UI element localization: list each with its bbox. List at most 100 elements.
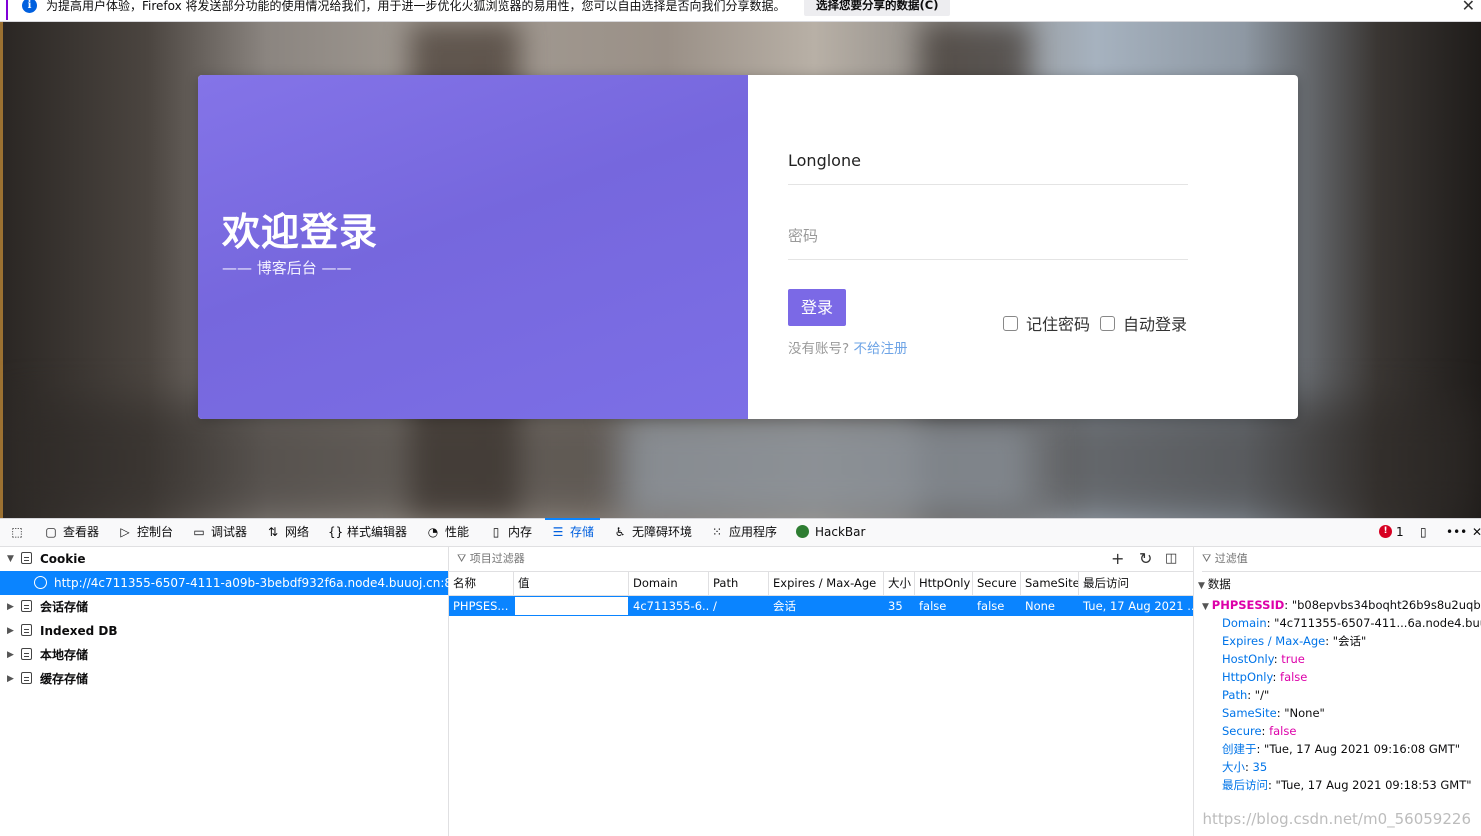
toggle-sidebar-icon[interactable]: ◫ (1165, 547, 1177, 571)
storage-icon (21, 552, 32, 564)
tree-item-indexeddb[interactable]: ▶ Indexed DB (0, 619, 448, 643)
storage-icon (21, 624, 32, 636)
tab-style-editor[interactable]: {} 样式编辑器 (328, 519, 407, 546)
dock-icon[interactable]: ▯ (1420, 519, 1427, 546)
cell-httponly[interactable]: false (915, 596, 973, 616)
notification-message: 为提高用户体验，Firefox 将发送部分功能的使用情况给我们，用于进一步优化火… (46, 0, 786, 13)
filter-icon: ⛛ (457, 552, 470, 565)
auto-login-checkbox[interactable] (1100, 316, 1115, 331)
error-icon[interactable]: ! (1379, 525, 1392, 538)
cell-samesite[interactable]: None (1021, 596, 1079, 616)
no-account-label: 没有账号? (788, 341, 850, 357)
login-button[interactable]: 登录 (788, 289, 846, 326)
error-count[interactable]: 1 (1396, 519, 1404, 546)
cookie-detail-entry[interactable]: 大小: 35 (1222, 758, 1267, 776)
welcome-subtitle: —— 博客后台 —— (222, 259, 352, 277)
tree-item-cookie[interactable]: ▼ Cookie (0, 547, 448, 571)
choose-data-button[interactable]: 选择您要分享的数据(C) (804, 0, 951, 16)
cell-last-accessed[interactable]: Tue, 17 Aug 2021 ... (1079, 596, 1193, 616)
no-account-text: 没有账号? 不给注册 (788, 337, 907, 357)
column-header-value[interactable]: 值 (514, 572, 629, 595)
table-header: 名称 值 Domain Path Expires / Max-Age 大小 Ht… (449, 572, 1193, 596)
cookie-detail-entry[interactable]: SameSite: "None" (1222, 704, 1325, 722)
tab-inspector[interactable]: ▢ 查看器 (44, 519, 99, 546)
sidebar-filter-input[interactable]: ⛛ 过滤值 (1202, 547, 1481, 572)
network-icon: ⇅ (267, 525, 279, 539)
column-header-samesite[interactable]: SameSite (1021, 572, 1079, 595)
cookie-detail-entry[interactable]: Domain: "4c711355-6507-411...6a.node4.bu… (1222, 614, 1481, 632)
cell-secure[interactable]: false (973, 596, 1021, 616)
remember-password-checkbox[interactable] (1003, 316, 1018, 331)
tab-debugger[interactable]: ▭ 调试器 (192, 519, 247, 546)
tab-hackbar[interactable]: HackBar (796, 519, 865, 546)
column-header-domain[interactable]: Domain (629, 572, 709, 595)
tab-storage[interactable]: ☰ 存储 (545, 518, 601, 546)
tree-item-local-storage[interactable]: ▶ 本地存储 (0, 643, 448, 667)
more-options-icon[interactable]: ••• (1446, 519, 1467, 546)
notification-bar: i 为提高用户体验，Firefox 将发送部分功能的使用情况给我们，用于进一步优… (0, 0, 1481, 22)
cookie-detail-entry[interactable]: Secure: false (1222, 722, 1296, 740)
cookie-detail-entry[interactable]: HttpOnly: false (1222, 668, 1307, 686)
username-input[interactable] (788, 140, 1188, 180)
close-icon[interactable]: ✕ (1462, 0, 1475, 15)
add-item-icon[interactable]: + (1111, 547, 1124, 571)
collapsed-icon[interactable]: ▶ (7, 595, 14, 619)
cookie-detail-entry[interactable]: Path: "/" (1222, 686, 1269, 704)
column-header-name[interactable]: 名称 (449, 572, 514, 595)
tab-network[interactable]: ⇅ 网络 (266, 519, 309, 546)
login-card: 欢迎登录 —— 博客后台 —— 登录 记住密码 自动登录 没有账号? 不给注册 (198, 75, 1298, 419)
cell-expires[interactable]: 会话 (769, 596, 884, 616)
filter-input[interactable]: ⛛ 项目过滤器 (457, 547, 525, 571)
page-viewport: 欢迎登录 —— 博客后台 —— 登录 记住密码 自动登录 没有账号? 不给注册 (0, 22, 1481, 518)
column-header-httponly[interactable]: HttpOnly (915, 572, 973, 595)
auto-login[interactable]: 自动登录 (1100, 311, 1187, 335)
cookie-root-entry[interactable]: ▼ PHPSESSID: "b08epvbs34boqht26b9s8u2uqb… (1202, 596, 1481, 616)
expanded-icon[interactable]: ▼ (7, 547, 14, 571)
expanded-icon: ▼ (1202, 602, 1212, 612)
cell-path[interactable]: / (709, 596, 769, 616)
application-icon: ⁙ (711, 525, 723, 539)
tree-item-cookie-host[interactable]: http://4c711355-6507-4111-a09b-3bebdf932… (0, 571, 460, 595)
refresh-icon[interactable]: ↻ (1139, 547, 1152, 571)
tree-item-session-storage[interactable]: ▶ 会话存储 (0, 595, 448, 619)
no-register-link[interactable]: 不给注册 (853, 341, 907, 357)
hackbar-icon (796, 525, 809, 538)
column-header-size[interactable]: 大小 (884, 572, 915, 595)
watermark: https://blog.csdn.net/m0_56059226 (1202, 810, 1471, 828)
collapsed-icon[interactable]: ▶ (7, 619, 14, 643)
background-blur (620, 412, 1040, 518)
section-data[interactable]: ▼ 数据 (1198, 573, 1231, 597)
column-header-expires[interactable]: Expires / Max-Age (769, 572, 884, 595)
close-devtools-icon[interactable]: ✕ (1472, 519, 1481, 546)
table-row[interactable]: PHPSES... 4c711355-6... / 会话 35 false fa… (449, 596, 1193, 616)
welcome-title: 欢迎登录 (222, 210, 379, 254)
cookie-detail-entry[interactable]: Expires / Max-Age: "会话" (1222, 632, 1366, 650)
tab-application[interactable]: ⁙ 应用程序 (710, 519, 777, 546)
tab-memory[interactable]: ▯ 内存 (489, 519, 532, 546)
cell-name[interactable]: PHPSES... (449, 596, 514, 616)
console-icon: ▷ (120, 525, 130, 539)
collapsed-icon[interactable]: ▶ (7, 667, 14, 691)
element-picker-icon[interactable]: ⬚ (10, 519, 29, 546)
cookie-detail-entry[interactable]: 最后访问: "Tue, 17 Aug 2021 09:18:53 GMT" (1222, 776, 1472, 794)
collapsed-icon[interactable]: ▶ (7, 643, 14, 667)
username-field (788, 140, 1188, 185)
cell-domain[interactable]: 4c711355-6... (629, 596, 709, 616)
tree-item-cache-storage[interactable]: ▶ 缓存存储 (0, 667, 448, 691)
cell-value-editor[interactable] (514, 596, 629, 616)
column-header-last-accessed[interactable]: 最后访问 (1079, 572, 1193, 595)
password-input[interactable] (788, 215, 1188, 255)
tab-console[interactable]: ▷ 控制台 (118, 519, 173, 546)
remember-password[interactable]: 记住密码 (1003, 311, 1090, 335)
cell-size[interactable]: 35 (884, 596, 915, 616)
cookie-detail-entry[interactable]: 创建于: "Tue, 17 Aug 2021 09:16:08 GMT" (1222, 740, 1460, 758)
cookie-detail-entry[interactable]: HostOnly: true (1222, 650, 1305, 668)
devtools-toolbar: ⬚ ▢ 查看器 ▷ 控制台 ▭ 调试器 ⇅ 网络 {} 样式编辑器 ◔ 性能 ▯ 内存 ☰ 存储… (0, 518, 1481, 547)
column-header-secure[interactable]: Secure (973, 572, 1021, 595)
notification-accent (6, 0, 8, 20)
tab-accessibility[interactable]: ♿ 无障碍环境 (613, 519, 692, 546)
tab-performance[interactable]: ◔ 性能 (426, 519, 469, 546)
expanded-icon: ▼ (1198, 581, 1208, 591)
column-header-path[interactable]: Path (709, 572, 769, 595)
storage-icon (21, 672, 32, 684)
